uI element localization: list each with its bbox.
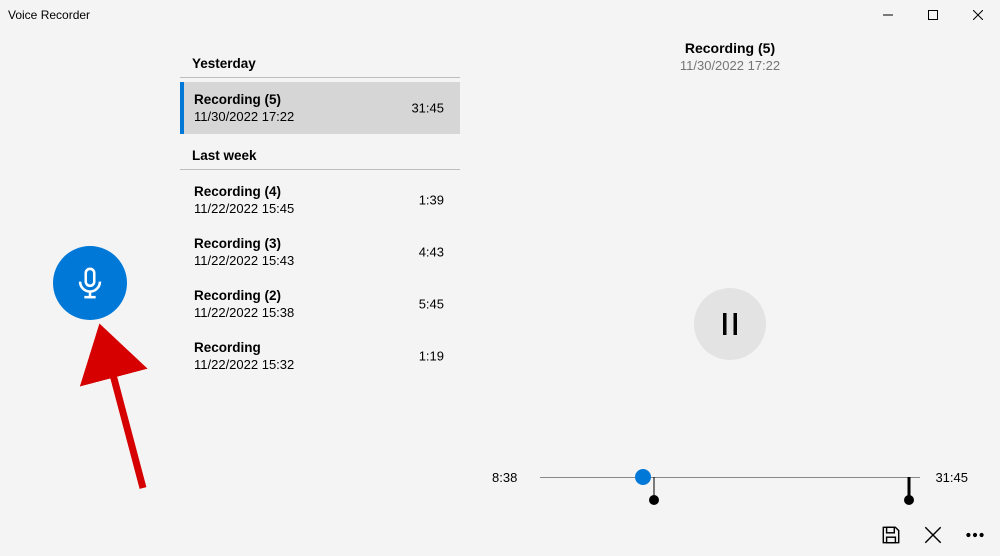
recording-duration: 31:45 xyxy=(411,101,444,116)
close-icon xyxy=(922,524,944,546)
recording-duration: 1:19 xyxy=(419,349,444,364)
close-button[interactable] xyxy=(955,0,1000,30)
minimize-button[interactable] xyxy=(865,0,910,30)
recording-item[interactable]: Recording (2) 11/22/2022 15:385:45 xyxy=(180,278,460,330)
recording-date: 11/22/2022 15:43 xyxy=(194,253,446,268)
recording-item[interactable]: Recording (4) 11/22/2022 15:451:39 xyxy=(180,174,460,226)
timeline-marker[interactable] xyxy=(904,495,914,505)
ellipsis-icon xyxy=(964,524,986,546)
player-title: Recording (5) xyxy=(460,40,1000,56)
maximize-button[interactable] xyxy=(910,0,955,30)
save-icon xyxy=(880,524,902,546)
group-header: Last week xyxy=(180,142,460,170)
recording-date: 11/22/2022 15:32 xyxy=(194,357,446,372)
microphone-icon xyxy=(73,266,107,300)
pause-button[interactable] xyxy=(694,288,766,360)
recording-title: Recording (4) xyxy=(194,184,446,199)
time-current: 8:38 xyxy=(492,470,517,485)
window-title: Voice Recorder xyxy=(8,8,90,22)
recording-title: Recording (3) xyxy=(194,236,446,251)
time-total: 31:45 xyxy=(935,470,968,485)
timeline-track[interactable] xyxy=(540,477,920,478)
more-button[interactable] xyxy=(964,524,986,546)
player-subtitle: 11/30/2022 17:22 xyxy=(460,58,1000,73)
annotation-arrow xyxy=(58,303,178,508)
recording-title: Recording xyxy=(194,340,446,355)
recording-date: 11/30/2022 17:22 xyxy=(194,109,446,124)
save-button[interactable] xyxy=(880,524,902,546)
recording-date: 11/22/2022 15:45 xyxy=(194,201,446,216)
delete-button[interactable] xyxy=(922,524,944,546)
recording-duration: 5:45 xyxy=(419,297,444,312)
recording-title: Recording (2) xyxy=(194,288,446,303)
timeline-thumb[interactable] xyxy=(635,469,651,485)
recording-item[interactable]: Recording (5) 11/30/2022 17:2231:45 xyxy=(180,82,460,134)
player-panel: Recording (5) 11/30/2022 17:22 8:38 31:4… xyxy=(460,30,1000,556)
recording-date: 11/22/2022 15:38 xyxy=(194,305,446,320)
recording-duration: 1:39 xyxy=(419,193,444,208)
group-header: Yesterday xyxy=(180,50,460,78)
recording-item[interactable]: Recording 11/22/2022 15:321:19 xyxy=(180,330,460,382)
recordings-list: Yesterday Recording (5) 11/30/2022 17:2231… xyxy=(180,30,460,556)
record-button[interactable] xyxy=(53,246,127,320)
timeline-marker[interactable] xyxy=(649,495,659,505)
pause-icon xyxy=(719,311,741,337)
recording-item[interactable]: Recording (3) 11/22/2022 15:434:43 xyxy=(180,226,460,278)
recording-title: Recording (5) xyxy=(194,92,446,107)
timeline[interactable]: 8:38 31:45 xyxy=(492,454,968,498)
recording-duration: 4:43 xyxy=(419,245,444,260)
